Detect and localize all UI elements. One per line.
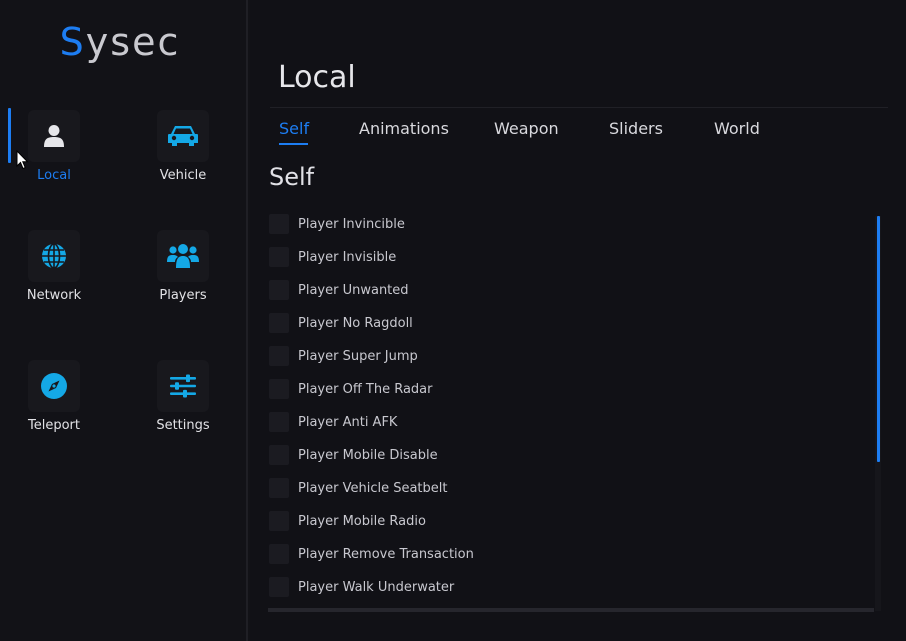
checkbox[interactable]	[269, 445, 289, 465]
option-label: Player No Ragdoll	[298, 315, 413, 331]
page-title: Local	[278, 60, 356, 95]
option-label: Player Off The Radar	[298, 381, 433, 397]
app-logo: Sysec	[0, 20, 240, 64]
checkbox[interactable]	[269, 511, 289, 531]
sidebar-item-label: Vehicle	[159, 168, 207, 183]
option-label: Player Walk Underwater	[298, 579, 455, 595]
mouse-cursor-icon	[16, 150, 29, 170]
option-player-unwanted[interactable]: Player Unwanted	[268, 278, 409, 302]
checkbox[interactable]	[269, 247, 289, 267]
option-player-mobile-radio[interactable]: Player Mobile Radio	[268, 509, 426, 533]
option-player-super-jump[interactable]: Player Super Jump	[268, 344, 418, 368]
option-label: Player Mobile Disable	[298, 447, 438, 463]
sidebar-item-settings[interactable]: Settings	[138, 360, 228, 450]
car-icon	[157, 110, 209, 162]
option-player-anti-afk[interactable]: Player Anti AFK	[268, 410, 397, 434]
checkbox[interactable]	[269, 379, 289, 399]
tab-world[interactable]: World	[714, 119, 760, 138]
logo-rest: ysec	[85, 20, 181, 64]
checkbox[interactable]	[269, 214, 289, 234]
sidebar-item-network[interactable]: Network	[9, 230, 99, 320]
option-label: Player Super Jump	[298, 348, 418, 364]
option-label: Player Unwanted	[298, 282, 409, 298]
active-tab-indicator	[279, 143, 308, 145]
main-panel: Local Self Animations Weapon Sliders Wor…	[250, 0, 906, 641]
checkbox[interactable]	[269, 280, 289, 300]
tab-weapon[interactable]: Weapon	[494, 119, 559, 138]
option-player-invisible[interactable]: Player Invisible	[268, 245, 396, 269]
option-label: Player Remove Transaction	[298, 546, 474, 562]
checkbox[interactable]	[269, 577, 289, 597]
checkbox[interactable]	[269, 346, 289, 366]
option-label: Player Vehicle Seatbelt	[298, 480, 448, 496]
sidebar: Sysec Local Vehicle Network Players Tele…	[0, 0, 248, 641]
checkbox[interactable]	[269, 412, 289, 432]
sidebar-item-label: Local	[37, 168, 71, 183]
sidebar-item-label: Settings	[156, 418, 210, 433]
compass-icon	[28, 360, 80, 412]
checkbox[interactable]	[269, 478, 289, 498]
tab-self[interactable]: Self	[279, 119, 309, 138]
option-player-walk-underwater[interactable]: Player Walk Underwater	[268, 575, 454, 599]
logo-initial: S	[59, 20, 86, 64]
sidebar-item-label: Teleport	[28, 418, 80, 433]
sidebar-item-players[interactable]: Players	[138, 230, 228, 320]
option-label: Player Invincible	[298, 216, 405, 232]
option-label: Player Mobile Radio	[298, 513, 426, 529]
tab-sliders[interactable]: Sliders	[609, 119, 663, 138]
option-player-invincible[interactable]: Player Invincible	[268, 212, 405, 236]
sidebar-item-label: Players	[159, 288, 207, 303]
users-icon	[157, 230, 209, 282]
option-label: Player Anti AFK	[298, 414, 398, 430]
option-player-remove-transaction[interactable]: Player Remove Transaction	[268, 542, 474, 566]
options-list: Player Invincible Player Invisible Playe…	[268, 208, 874, 613]
globe-icon	[28, 230, 80, 282]
option-player-mobile-disable[interactable]: Player Mobile Disable	[268, 443, 438, 467]
option-label: Player Invisible	[298, 249, 397, 265]
checkbox[interactable]	[269, 313, 289, 333]
option-player-vehicle-seatbelt[interactable]: Player Vehicle Seatbelt	[268, 476, 447, 500]
user-icon	[28, 110, 80, 162]
scrollbar-thumb[interactable]	[877, 216, 880, 462]
tab-animations[interactable]: Animations	[359, 119, 449, 138]
list-bottom-edge	[268, 608, 874, 612]
sidebar-item-teleport[interactable]: Teleport	[9, 360, 99, 450]
section-title: Self	[269, 163, 315, 191]
title-divider	[270, 107, 888, 108]
sidebar-item-label: Network	[26, 288, 82, 303]
sliders-icon	[157, 360, 209, 412]
option-player-off-the-radar[interactable]: Player Off The Radar	[268, 377, 433, 401]
sidebar-item-vehicle[interactable]: Vehicle	[138, 110, 228, 200]
option-player-no-ragdoll[interactable]: Player No Ragdoll	[268, 311, 413, 335]
checkbox[interactable]	[269, 544, 289, 564]
